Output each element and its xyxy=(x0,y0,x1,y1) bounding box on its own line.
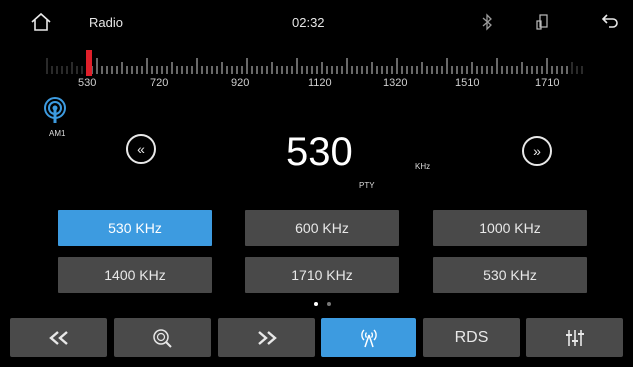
preset-button[interactable]: 1710 KHz xyxy=(245,257,399,293)
preset-button[interactable]: 1000 KHz xyxy=(433,210,587,246)
preset-button[interactable]: 530 KHz xyxy=(58,210,212,246)
bluetooth-icon xyxy=(482,13,492,31)
dial-label: 1120 xyxy=(308,77,332,89)
home-icon[interactable] xyxy=(30,12,52,32)
preset-button[interactable]: 1400 KHz xyxy=(58,257,212,293)
dial-label: 920 xyxy=(231,77,250,89)
band-label: AM1 xyxy=(49,129,66,138)
preset-label: 530 KHz xyxy=(483,267,537,283)
rds-button[interactable]: RDS xyxy=(423,318,520,357)
am-band-icon[interactable] xyxy=(43,97,67,125)
seek-down-button[interactable]: « xyxy=(126,134,156,164)
status-bar: Radio 02:32 xyxy=(0,0,633,44)
phone-link-icon xyxy=(536,14,548,30)
antenna-button[interactable] xyxy=(321,318,416,357)
page-indicator-dot[interactable] xyxy=(327,302,331,306)
dial-label: 1510 xyxy=(455,77,480,89)
dial-label: 1320 xyxy=(383,77,408,89)
page-title: Radio xyxy=(89,15,123,30)
equalizer-icon xyxy=(565,329,584,346)
page-indicator-dot[interactable] xyxy=(314,302,318,306)
double-chevron-right-icon: » xyxy=(533,143,541,159)
previous-station-button[interactable] xyxy=(10,318,107,357)
preset-button[interactable]: 530 KHz xyxy=(433,257,587,293)
radio-screen: Radio 02:32 530 720 920 1120 1320 1510 1… xyxy=(0,0,633,367)
double-chevron-left-icon: « xyxy=(137,141,145,157)
preset-label: 600 KHz xyxy=(295,220,349,236)
dial-label: 1710 xyxy=(535,77,560,89)
scan-button[interactable] xyxy=(114,318,211,357)
antenna-icon xyxy=(360,329,377,347)
preset-label: 1710 KHz xyxy=(291,267,353,283)
back-icon[interactable] xyxy=(600,12,620,30)
double-chevron-right-icon xyxy=(257,330,277,345)
frequency-display: 530 xyxy=(286,130,353,174)
next-station-button[interactable] xyxy=(218,318,315,357)
search-scan-icon xyxy=(152,328,172,348)
tuning-needle[interactable] xyxy=(86,50,92,76)
preset-label: 1400 KHz xyxy=(104,267,166,283)
preset-label: 1000 KHz xyxy=(479,220,541,236)
seek-up-button[interactable]: » xyxy=(522,136,552,166)
equalizer-button[interactable] xyxy=(526,318,623,357)
clock: 02:32 xyxy=(292,15,325,30)
preset-label: 530 KHz xyxy=(108,220,162,236)
dial-label: 720 xyxy=(150,77,169,89)
pty-label: PTY xyxy=(359,181,375,190)
frequency-unit: KHz xyxy=(415,162,431,171)
rds-label: RDS xyxy=(454,328,489,346)
double-chevron-left-icon xyxy=(48,330,68,345)
preset-button[interactable]: 600 KHz xyxy=(245,210,399,246)
dial-label: 530 xyxy=(78,77,97,89)
